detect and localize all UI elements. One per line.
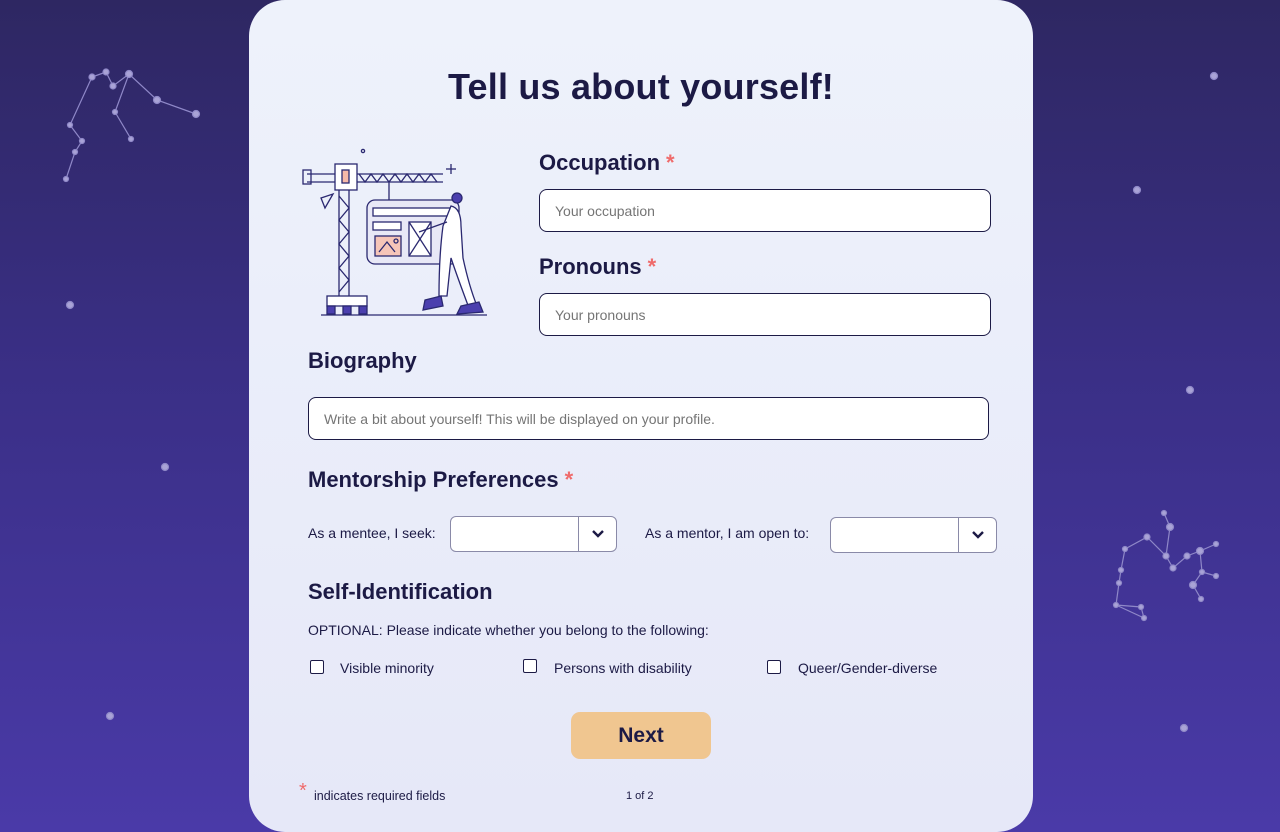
- visible-minority-label: Visible minority: [340, 660, 434, 676]
- optional-instructions: OPTIONAL: Please indicate whether you be…: [308, 622, 709, 638]
- chevron-down-icon: [591, 530, 604, 538]
- biography-input[interactable]: [308, 397, 989, 440]
- page-indicator: 1 of 2: [626, 790, 654, 802]
- mentor-label: As a mentor, I am open to:: [645, 525, 810, 541]
- occupation-label: Occupation *: [539, 150, 675, 176]
- crane-illustration: [302, 148, 487, 316]
- mentorship-label: Mentorship Preferences *: [308, 467, 573, 493]
- occupation-label-text: Occupation: [539, 150, 661, 175]
- required-asterisk: *: [647, 254, 657, 279]
- required-asterisk: *: [666, 150, 675, 175]
- queer-gender-diverse-checkbox[interactable]: [767, 660, 781, 674]
- mentor-select-toggle[interactable]: [958, 518, 996, 552]
- required-asterisk: *: [299, 780, 307, 802]
- mentor-select[interactable]: [830, 517, 997, 553]
- required-fields-note: indicates required fields: [314, 789, 446, 803]
- self-identification-label: Self-Identification: [308, 579, 493, 604]
- visible-minority-checkbox[interactable]: [310, 660, 324, 674]
- pronouns-input[interactable]: [539, 293, 991, 336]
- queer-gender-diverse-label: Queer/Gender-diverse: [798, 660, 938, 676]
- occupation-input[interactable]: [539, 189, 991, 232]
- page-title: Tell us about yourself!: [448, 66, 834, 107]
- mentee-select[interactable]: [450, 516, 617, 552]
- persons-with-disability-label: Persons with disability: [554, 660, 692, 676]
- profile-form-card: Tell us about yourself! Occupation * You…: [249, 0, 1033, 832]
- biography-label: Biography: [308, 348, 417, 373]
- pronouns-label-text: Pronouns: [539, 254, 642, 279]
- persons-with-disability-checkbox[interactable]: [523, 659, 537, 673]
- mentorship-label-text: Mentorship Preferences: [308, 467, 559, 492]
- chevron-down-icon: [971, 531, 984, 539]
- pronouns-label: Pronouns *: [539, 254, 656, 280]
- next-button[interactable]: Next: [571, 712, 711, 759]
- mentee-select-toggle[interactable]: [578, 517, 616, 551]
- required-asterisk: *: [564, 467, 574, 492]
- mentee-label: As a mentee, I seek:: [308, 525, 436, 541]
